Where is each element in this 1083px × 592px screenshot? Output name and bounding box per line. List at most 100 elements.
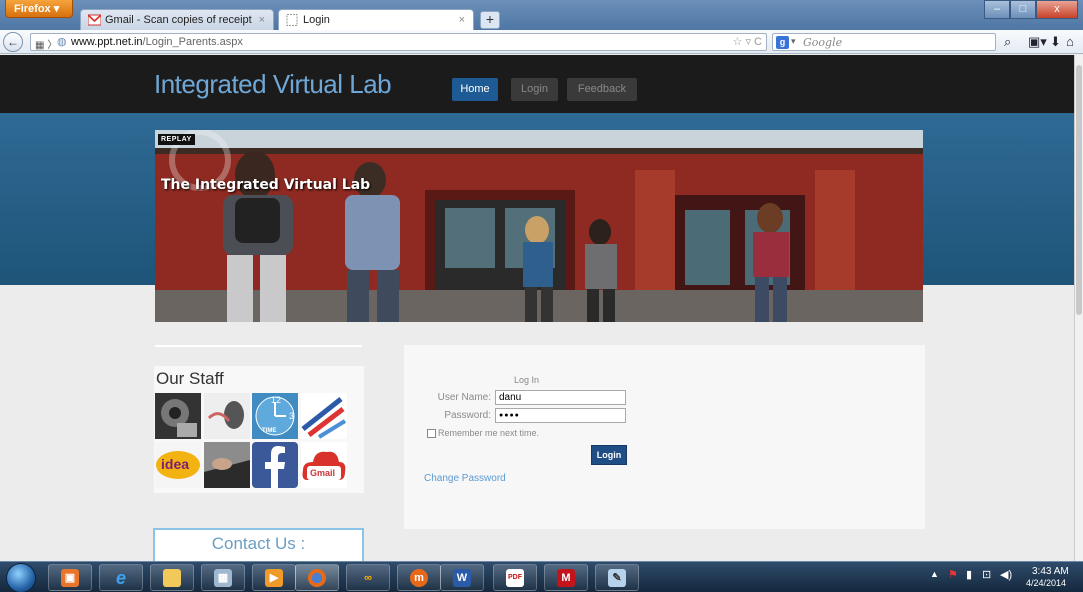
staff-tile-gear[interactable] (155, 393, 201, 439)
change-password-link[interactable]: Change Password (424, 473, 506, 484)
url-text: www.ppt.net.in/Login_Parents.aspx (71, 36, 243, 48)
back-button[interactable]: ← (3, 32, 23, 52)
word-icon: W (453, 569, 471, 587)
browser-navbar: ← ▦ 〉 ◍ www.ppt.net.in/Login_Parents.asp… (0, 30, 1083, 54)
tab-close-button[interactable]: × (259, 14, 265, 26)
site-title[interactable]: Integrated Virtual Lab (154, 69, 392, 100)
staff-tile-typing[interactable] (204, 442, 250, 488)
folder-icon (163, 569, 181, 587)
flag-icon[interactable]: ⚑ (948, 568, 958, 581)
mcafee-icon: M (557, 569, 575, 587)
nav-feedback[interactable]: Feedback (567, 78, 637, 101)
url-controls[interactable]: ☆ ▿ C (733, 35, 762, 48)
nav-login[interactable]: Login (511, 78, 558, 101)
divider (155, 345, 362, 347)
taskbar-app-folder[interactable] (150, 564, 194, 591)
headset-icon (204, 393, 250, 439)
tray-expand-icon[interactable]: ▲ (930, 569, 939, 579)
taskbar-app-mcafee[interactable]: M (544, 564, 588, 591)
login-panel: Log In User Name: danu Password: ●●●● Re… (404, 345, 925, 529)
bookmarks-icon[interactable]: ▣▾ (1028, 34, 1047, 50)
staff-tile-headset[interactable] (204, 393, 250, 439)
page-scrollbar[interactable] (1074, 55, 1083, 561)
username-input[interactable]: danu (495, 390, 626, 405)
taskbar-app-ccleaner[interactable]: ∞ (346, 564, 390, 591)
remember-me-label[interactable]: Remember me next time. (438, 428, 539, 438)
taskbar-app-media[interactable]: ▶ (252, 564, 296, 591)
start-button[interactable] (6, 563, 36, 592)
clock-time[interactable]: 3:43 AM (1032, 566, 1069, 577)
google-engine-icon[interactable]: g (776, 36, 789, 49)
gmail-icon (88, 14, 101, 26)
pdf-icon: PDF (506, 569, 524, 587)
address-bar[interactable]: ▦ 〉 ◍ www.ppt.net.in/Login_Parents.aspx … (30, 33, 767, 51)
tab-login[interactable]: Login × (278, 9, 474, 30)
staff-title: Our Staff (156, 369, 224, 388)
gmail-text: Gmail (310, 468, 336, 478)
taskbar-app-paint[interactable]: ✎ (595, 564, 639, 591)
window-controls: – □ x (984, 0, 1078, 19)
explorer-icon: ▣ (61, 569, 79, 587)
facebook-icon (252, 442, 298, 488)
scrollbar-thumb[interactable] (1076, 65, 1082, 315)
staff-tile-idea[interactable]: idea (155, 442, 201, 488)
taskbar-app-word[interactable]: W (440, 564, 484, 591)
remember-me-checkbox[interactable] (427, 429, 436, 438)
tab-title: Login (303, 14, 330, 26)
gmail-cloud-icon (301, 442, 347, 488)
login-submit-button[interactable]: Login (591, 445, 627, 465)
chevron-down-icon: ▾ (791, 36, 796, 46)
minimize-button[interactable]: – (984, 0, 1010, 19)
password-input[interactable]: ●●●● (495, 408, 626, 423)
windows-taskbar: ▣ e ▦ ▶ ∞ m W PDF M ✎ ▲ ⚑ ▮ ⊡ ◀) 3:43 AM… (0, 561, 1083, 592)
login-heading: Log In (514, 375, 540, 385)
media-icon: ▶ (265, 569, 283, 587)
ccleaner-icon: ∞ (364, 572, 372, 584)
replay-badge[interactable]: REPLAY (158, 134, 195, 145)
clock-12: 12 (271, 395, 282, 405)
page-icon (286, 14, 298, 26)
clock-date[interactable]: 4/24/2014 (1026, 578, 1066, 588)
moodle-icon: m (410, 569, 428, 587)
hero-photo (155, 130, 923, 322)
search-bar[interactable]: g ▾ Google (772, 33, 996, 51)
nav-home[interactable]: Home (452, 78, 498, 101)
taskbar-app-calculator[interactable]: ▦ (201, 564, 245, 591)
staff-tile-gmail[interactable]: Gmail (301, 442, 347, 488)
tab-gmail[interactable]: Gmail - Scan copies of receipt × (80, 9, 274, 30)
idea-logo-text: idea (161, 456, 190, 472)
home-icon[interactable]: ⌂ (1066, 34, 1074, 49)
gear-icon (155, 393, 201, 439)
growth-arrows-icon (301, 393, 347, 439)
maximize-button[interactable]: □ (1010, 0, 1036, 19)
globe-icon: ◍ (57, 36, 67, 48)
staff-tile-arrows[interactable] (301, 393, 347, 439)
new-tab-button[interactable]: + (480, 11, 500, 29)
taskbar-app-firefox[interactable] (295, 564, 339, 591)
battery-icon[interactable]: ▮ (966, 568, 972, 581)
taskbar-app-moodle[interactable]: m (397, 564, 441, 591)
staff-panel: Our Staff 12 3 TIME idea Gmail (154, 366, 364, 493)
hero-slideshow[interactable]: REPLAY The Integrated Virtual Lab (155, 130, 923, 322)
tab-title: Gmail - Scan copies of receipt (105, 14, 252, 26)
browser-titlebar: Firefox ▾ Gmail - Scan copies of receipt… (0, 0, 1083, 30)
staff-tile-time[interactable]: 12 3 TIME (252, 393, 298, 439)
network-icon[interactable]: ⊡ (982, 568, 991, 581)
staff-tile-facebook[interactable] (252, 442, 298, 488)
internet-explorer-icon: e (115, 568, 126, 588)
firefox-menu-button[interactable]: Firefox ▾ (5, 0, 73, 18)
taskbar-app-internet-explorer[interactable]: e (99, 564, 143, 591)
tab-close-button[interactable]: × (459, 14, 465, 26)
taskbar-app-explorer[interactable]: ▣ (48, 564, 92, 591)
close-window-button[interactable]: x (1036, 0, 1078, 19)
search-icon[interactable]: ⌕ (1004, 34, 1011, 50)
site-header: Integrated Virtual Lab Home Login Feedba… (0, 55, 1074, 113)
download-icon[interactable]: ⬇ (1050, 34, 1061, 50)
firefox-icon (308, 569, 326, 587)
grid-icon: ▦ 〉 (35, 40, 58, 51)
calculator-icon: ▦ (214, 569, 232, 587)
volume-icon[interactable]: ◀) (1000, 568, 1012, 581)
hero-caption: The Integrated Virtual Lab (161, 177, 371, 193)
taskbar-app-pdf[interactable]: PDF (493, 564, 537, 591)
contact-panel: Contact Us : (153, 528, 364, 561)
